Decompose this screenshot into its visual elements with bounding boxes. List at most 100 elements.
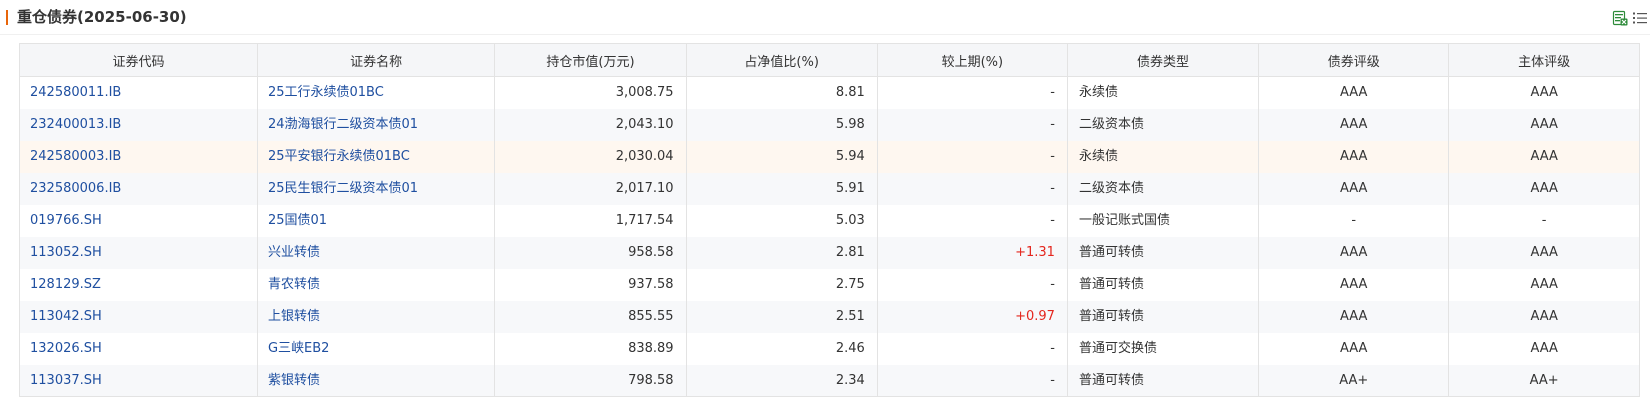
table-row[interactable]: 242580003.IB 25平安银行永续债01BC 2,030.04 5.94- 永续… [20, 141, 1639, 173]
bond-rating-cell: AAA [1258, 237, 1450, 269]
bond-type-cell: 二级资本债 [1067, 109, 1260, 141]
table-row[interactable]: 113052.SH 兴业转债 958.58 2.81 +1.31 普通可转债 AAA AAA [20, 237, 1639, 269]
bond-type-cell: 普通可转债 [1067, 237, 1260, 269]
column-header-bond-rating[interactable]: 债券评级 [1258, 44, 1450, 77]
issuer-rating-cell: AAA [1448, 301, 1639, 333]
issuer-rating-cell: AAA [1448, 269, 1639, 301]
security-code-link[interactable]: 242580003.IB [20, 141, 258, 173]
security-name-link[interactable]: 上银转债 [257, 301, 496, 333]
security-code-link[interactable]: 113042.SH [20, 301, 258, 333]
net-ratio-cell: 2.81 [686, 237, 878, 269]
security-code-link[interactable]: 232400013.IB [20, 109, 258, 141]
change-cell: - [877, 173, 1068, 205]
column-header-issuer-rating[interactable]: 主体评级 [1448, 44, 1639, 77]
security-name-link[interactable]: 兴业转债 [257, 237, 496, 269]
section-title: 重仓债券(2025-06-30) [17, 8, 187, 26]
bond-rating-cell: AA+ [1258, 365, 1450, 396]
issuer-rating-cell: AAA [1448, 141, 1639, 173]
change-cell: - [877, 333, 1068, 365]
table-row[interactable]: 128129.SZ 青农转债 937.58 2.75- 普通可转债 AAA AAA [20, 269, 1639, 301]
list-settings-icon[interactable] [1632, 10, 1648, 26]
security-code-link[interactable]: 132026.SH [20, 333, 258, 365]
bond-type-cell: 二级资本债 [1067, 173, 1260, 205]
table-row[interactable]: 232580006.IB 25民生银行二级资本债01 2,017.10 5.91- 二级… [20, 173, 1639, 205]
table-body: 242580011.IB 25工行永续债01BC 3,008.75 8.81- 永续债 A… [20, 76, 1639, 396]
issuer-rating-cell: AAA [1448, 173, 1639, 205]
bond-type-cell: 普通可转债 [1067, 365, 1260, 396]
bond-rating-cell: AAA [1258, 333, 1450, 365]
bond-rating-cell: AAA [1258, 301, 1450, 333]
security-name-link[interactable]: 青农转债 [257, 269, 496, 301]
column-header-bond-type[interactable]: 债券类型 [1067, 44, 1260, 77]
market-value-cell: 958.58 [494, 237, 687, 269]
security-code-link[interactable]: 242580011.IB [20, 76, 258, 109]
net-ratio-cell: 2.51 [686, 301, 878, 333]
column-header-net-ratio[interactable]: 占净值比(%) [686, 44, 878, 77]
holdings-table-container: 证券代码 证券名称 持仓市值(万元) 占净值比(%) 较上期(%) 债券类型 债… [19, 43, 1640, 397]
net-ratio-cell: 5.98 [686, 109, 878, 141]
table-row[interactable]: 113042.SH 上银转债 855.55 2.51 +0.97 普通可转债 AAA AAA [20, 301, 1639, 333]
bond-rating-cell: AAA [1258, 76, 1450, 109]
bond-type-cell: 普通可转债 [1067, 269, 1260, 301]
net-ratio-cell: 5.94 [686, 141, 878, 173]
change-cell: - [877, 205, 1068, 237]
table-row[interactable]: 132026.SH G三峡EB2 838.89 2.46- 普通可交换债 AAA AAA [20, 333, 1639, 365]
security-name-link[interactable]: 紫银转债 [257, 365, 496, 396]
bond-type-cell: 永续债 [1067, 141, 1260, 173]
section-header: 重仓债券(2025-06-30) [0, 0, 1650, 35]
bond-rating-cell: - [1258, 205, 1450, 237]
bond-rating-cell: AAA [1258, 173, 1450, 205]
table-row[interactable]: 232400013.IB 24渤海银行二级资本债01 2,043.10 5.98- 二级… [20, 109, 1639, 141]
issuer-rating-cell: AA+ [1448, 365, 1639, 396]
column-header-change[interactable]: 较上期(%) [877, 44, 1068, 77]
issuer-rating-cell: AAA [1448, 333, 1639, 365]
security-name-link[interactable]: 25工行永续债01BC [257, 76, 496, 109]
security-code-link[interactable]: 128129.SZ [20, 269, 258, 301]
security-code-link[interactable]: 232580006.IB [20, 173, 258, 205]
issuer-rating-cell: - [1448, 205, 1639, 237]
column-header-name[interactable]: 证券名称 [257, 44, 496, 77]
security-name-link[interactable]: 25民生银行二级资本债01 [257, 173, 496, 205]
table-row[interactable]: 019766.SH 25国债01 1,717.54 5.03- 一般记账式国债 - - [20, 205, 1639, 237]
bond-type-cell: 普通可转债 [1067, 301, 1260, 333]
market-value-cell: 2,043.10 [494, 109, 687, 141]
change-cell: - [877, 269, 1068, 301]
change-cell: - [877, 365, 1068, 396]
market-value-cell: 937.58 [494, 269, 687, 301]
bond-rating-cell: AAA [1258, 109, 1450, 141]
security-name-link[interactable]: 25国债01 [257, 205, 496, 237]
bond-holdings-table: 证券代码 证券名称 持仓市值(万元) 占净值比(%) 较上期(%) 债券类型 债… [20, 44, 1639, 396]
table-row[interactable]: 113037.SH 紫银转债 798.58 2.34- 普通可转债 AA+ AA+ [20, 365, 1639, 396]
bond-type-cell: 普通可交换债 [1067, 333, 1260, 365]
header-toolbar [1608, 10, 1648, 26]
issuer-rating-cell: AAA [1448, 237, 1639, 269]
table-row[interactable]: 242580011.IB 25工行永续债01BC 3,008.75 8.81- 永续债 A… [20, 76, 1639, 109]
market-value-cell: 2,030.04 [494, 141, 687, 173]
net-ratio-cell: 2.34 [686, 365, 878, 396]
column-header-market-value[interactable]: 持仓市值(万元) [494, 44, 687, 77]
section-accent-bar [6, 10, 8, 25]
market-value-cell: 798.58 [494, 365, 687, 396]
bond-rating-cell: AAA [1258, 141, 1450, 173]
security-name-link[interactable]: 24渤海银行二级资本债01 [257, 109, 496, 141]
net-ratio-cell: 5.03 [686, 205, 878, 237]
market-value-cell: 1,717.54 [494, 205, 687, 237]
security-code-link[interactable]: 113052.SH [20, 237, 258, 269]
change-cell: - [877, 76, 1068, 109]
column-header-code[interactable]: 证券代码 [20, 44, 258, 77]
net-ratio-cell: 5.91 [686, 173, 878, 205]
export-excel-icon[interactable] [1612, 10, 1628, 26]
net-ratio-cell: 2.75 [686, 269, 878, 301]
security-name-link[interactable]: 25平安银行永续债01BC [257, 141, 496, 173]
change-cell: - [877, 109, 1068, 141]
security-code-link[interactable]: 019766.SH [20, 205, 258, 237]
security-name-link[interactable]: G三峡EB2 [257, 333, 496, 365]
security-code-link[interactable]: 113037.SH [20, 365, 258, 396]
market-value-cell: 3,008.75 [494, 76, 687, 109]
issuer-rating-cell: AAA [1448, 109, 1639, 141]
net-ratio-cell: 2.46 [686, 333, 878, 365]
bond-rating-cell: AAA [1258, 269, 1450, 301]
market-value-cell: 838.89 [494, 333, 687, 365]
net-ratio-cell: 8.81 [686, 76, 878, 109]
change-cell: - [877, 141, 1068, 173]
